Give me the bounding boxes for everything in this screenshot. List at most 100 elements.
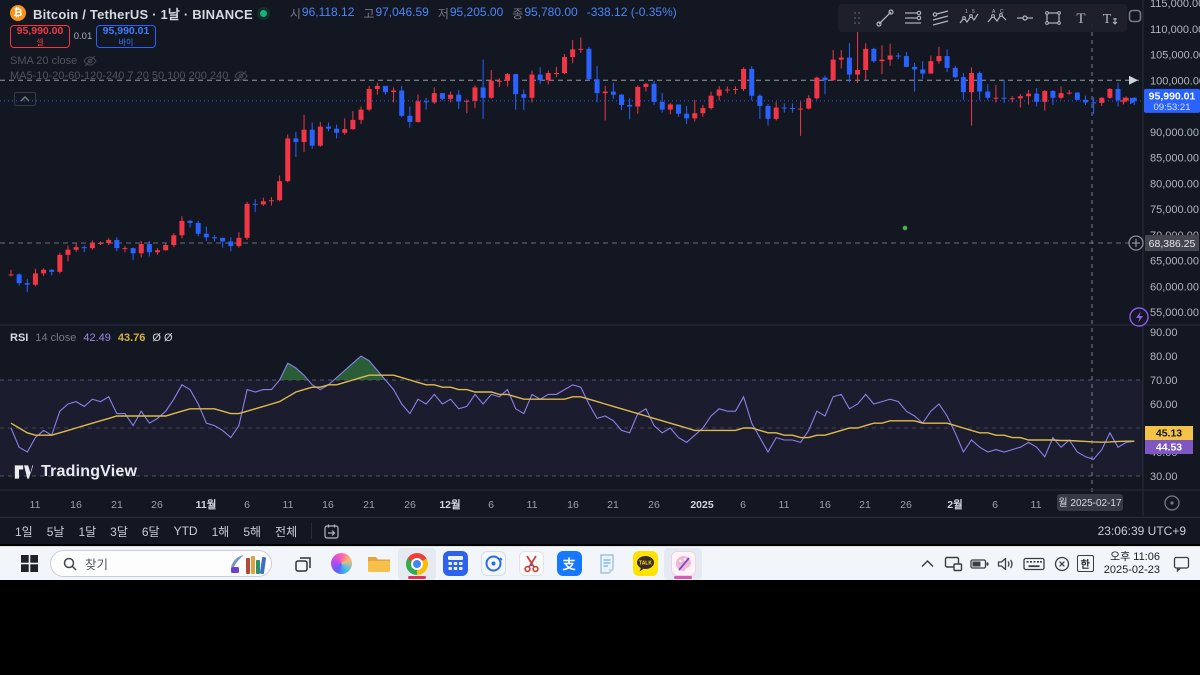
svg-text:A: A (992, 9, 996, 15)
ime-indicator[interactable]: 한 (1077, 555, 1094, 572)
trend-line-tool-icon[interactable] (871, 6, 898, 30)
anchored-text-tool-icon[interactable]: T (1095, 6, 1122, 30)
axis-label: 21 (607, 499, 619, 511)
range-button-0[interactable]: 1일 (8, 520, 40, 543)
copilot-button[interactable] (322, 548, 360, 580)
taskbar-clock[interactable]: 오후 11:06 2025-02-23 (1098, 551, 1166, 577)
svg-text:1: 1 (965, 9, 968, 15)
candle-body-60 (497, 81, 502, 82)
axis-label: 65,000.00 (1150, 256, 1199, 268)
axis-label: 16 (70, 499, 82, 511)
speaker-icon (997, 557, 1014, 571)
tray-status-button[interactable] (1051, 551, 1073, 577)
axis-label: 11 (1031, 499, 1042, 511)
green-dot-marker (903, 226, 908, 231)
candle-body-46 (383, 86, 388, 92)
range-button-4[interactable]: 6달 (135, 520, 167, 543)
horizontal-lines-tool-icon[interactable] (899, 6, 926, 30)
candle-body-41 (342, 129, 347, 133)
axis-label: 11월 (196, 498, 217, 511)
range-button-3[interactable]: 3달 (103, 520, 135, 543)
candle-body-95 (782, 108, 787, 109)
candle-body-120 (985, 92, 990, 98)
range-button-1[interactable]: 5날 (40, 520, 72, 543)
calculator-button[interactable] (436, 548, 474, 580)
running-indicator (408, 576, 426, 579)
candle-body-26 (220, 238, 225, 242)
candle-body-91 (749, 69, 754, 96)
svg-text:T: T (1076, 11, 1085, 27)
taskbar-search-input[interactable]: 찾기 (50, 550, 272, 577)
go-to-date-button[interactable] (319, 521, 344, 542)
system-tray: 한 오후 11:06 2025-02-23 (917, 551, 1192, 577)
candle-body-133 (1091, 102, 1096, 103)
date-range-buttons: 1일5날1달3달6달YTD1해5해전체 (8, 520, 304, 543)
svg-text:TALK: TALK (639, 561, 652, 567)
axis-label: 12월 (439, 498, 460, 511)
volume-button[interactable] (995, 551, 1017, 577)
candle-body-14 (122, 248, 127, 249)
notification-center-button[interactable] (1170, 551, 1192, 577)
cross-line-tool-icon[interactable] (1011, 6, 1038, 30)
rectangle-tool-icon[interactable] (1039, 6, 1066, 30)
notepad-button[interactable] (588, 548, 626, 580)
chrome-button[interactable] (398, 548, 436, 580)
axis-label: 44.53 (1156, 442, 1182, 454)
battery-button[interactable] (969, 551, 991, 577)
candle-body-36 (302, 130, 307, 142)
tradingview-window: 115,000.00110,000.00105,000.00100,000.00… (0, 0, 1200, 544)
axis-label: 6 (992, 499, 998, 511)
cast-display-button[interactable] (943, 551, 965, 577)
kakaotalk-button[interactable]: TALK (626, 548, 664, 580)
axis-label: 80.00 (1150, 351, 1178, 363)
candle-body-12 (106, 240, 111, 243)
range-button-7[interactable]: 5해 (236, 520, 268, 543)
candle-body-62 (513, 74, 518, 94)
server-clock[interactable]: 23:06:39 UTC+9 (1098, 524, 1186, 538)
candle-body-39 (326, 127, 331, 129)
range-button-8[interactable]: 전체 (268, 520, 304, 543)
parallel-channel-tool-icon[interactable] (927, 6, 954, 30)
text-tool-icon[interactable]: T (1067, 6, 1094, 30)
paint-app-button[interactable] (664, 548, 702, 580)
pane-maximize-button[interactable] (1125, 6, 1145, 26)
taskbar-time: 오후 11:06 (1104, 551, 1160, 564)
candle-body-88 (725, 90, 730, 91)
search-highlight-art[interactable] (229, 554, 265, 574)
candle-body-24 (204, 234, 209, 238)
axis-label: 115,000.00 (1150, 0, 1200, 10)
collapse-legend-button[interactable] (14, 92, 36, 106)
xabcd-pattern-tool-icon[interactable]: AC (983, 6, 1010, 30)
elliott-wave-tool-icon[interactable]: 15 (955, 6, 982, 30)
windows-start-button[interactable] (16, 551, 42, 577)
candle-body-15 (131, 248, 136, 253)
alipay-app-button[interactable]: 支 (550, 548, 588, 580)
candle-body-127 (1042, 91, 1047, 102)
range-button-2[interactable]: 1달 (71, 520, 103, 543)
search-icon (63, 557, 77, 571)
axis-label: 16 (322, 499, 334, 511)
range-button-6[interactable]: 1해 (205, 520, 237, 543)
toolbar-drag-handle[interactable] (843, 6, 870, 30)
axis-label: 85,000.00 (1150, 153, 1199, 165)
media-player-button[interactable] (474, 548, 512, 580)
candle-body-37 (310, 130, 315, 146)
candle-body-90 (741, 69, 746, 89)
candle-body-0 (9, 274, 14, 275)
windows-logo-icon (21, 555, 38, 572)
buy-button[interactable]: 95,990.01 바이 (96, 25, 156, 48)
file-explorer-button[interactable] (360, 548, 398, 580)
candle-body-66 (546, 73, 551, 80)
candle-body-67 (554, 73, 559, 74)
axis-label: 55,000.00 (1150, 307, 1199, 319)
range-button-5[interactable]: YTD (167, 521, 205, 541)
axis-label: 45.13 (1156, 428, 1182, 440)
sell-button[interactable]: 95,990.00 셀 (10, 25, 70, 48)
touch-keyboard-button[interactable] (1021, 551, 1047, 577)
tray-overflow-button[interactable] (917, 551, 939, 577)
snipping-app-button[interactable] (512, 548, 550, 580)
candle-body-72 (595, 79, 600, 93)
task-view-button[interactable] (284, 548, 322, 580)
chart-plot[interactable]: 115,000.00110,000.00105,000.00100,000.00… (0, 0, 1200, 516)
axis-label: 110,000.00 (1150, 24, 1200, 36)
